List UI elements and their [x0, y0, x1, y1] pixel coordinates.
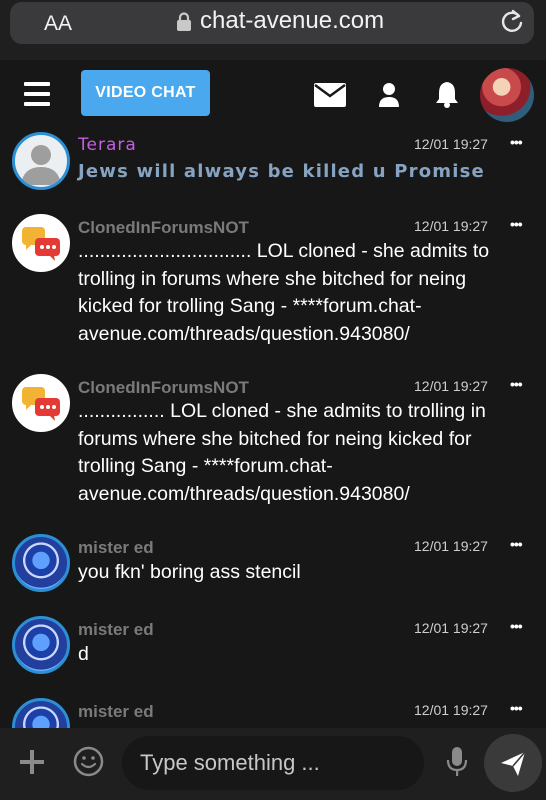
more-options-icon[interactable]: •••: [510, 536, 523, 552]
more-options-icon[interactable]: •••: [510, 700, 523, 716]
menu-icon[interactable]: [24, 82, 50, 106]
address-bar[interactable]: AA chat-avenue.com: [10, 2, 534, 44]
text-size-button[interactable]: AA: [44, 12, 72, 36]
message-time: 12/01 19:27: [414, 538, 488, 554]
message-time: 12/01 19:27: [414, 136, 488, 152]
microphone-icon[interactable]: [445, 746, 469, 778]
message-text: d: [78, 643, 89, 665]
message-username[interactable]: Terara: [78, 135, 137, 155]
mister-ed-avatar-icon[interactable]: [12, 534, 70, 592]
profile-avatar[interactable]: [480, 68, 534, 122]
default-avatar-icon[interactable]: [12, 132, 70, 190]
plus-icon[interactable]: [20, 750, 44, 774]
more-options-icon[interactable]: •••: [510, 216, 523, 232]
message-time: 12/01 19:27: [414, 378, 488, 394]
mister-ed-avatar-icon[interactable]: [12, 698, 70, 728]
message-time: 12/01 19:27: [414, 702, 488, 718]
message-text: ................................ LOL clo…: [78, 240, 490, 345]
reload-icon[interactable]: [498, 8, 526, 36]
chat-messages: Terara 12/01 19:27 ••• Jews will always …: [0, 132, 546, 728]
send-button[interactable]: [484, 734, 542, 792]
video-chat-button[interactable]: VIDEO CHAT: [81, 70, 210, 116]
mail-icon[interactable]: [314, 83, 346, 107]
message-username[interactable]: ClonedInForumsNOT: [78, 218, 249, 238]
message-input[interactable]: [122, 736, 424, 790]
app-header: VIDEO CHAT: [0, 60, 546, 132]
message-text: Jews will always be killed u Promise: [78, 161, 485, 182]
chat-bubbles-avatar-icon[interactable]: [12, 214, 70, 272]
emoji-icon[interactable]: [73, 746, 104, 777]
bell-icon[interactable]: [434, 80, 460, 108]
user-icon[interactable]: [378, 82, 400, 108]
message-text: you fkn' boring ass stencil: [78, 561, 301, 583]
message-time: 12/01 19:27: [414, 620, 488, 636]
mister-ed-avatar-icon[interactable]: [12, 616, 70, 674]
browser-bar: AA chat-avenue.com: [0, 0, 546, 60]
chat-bubbles-avatar-icon[interactable]: [12, 374, 70, 432]
message-username[interactable]: mister ed: [78, 538, 154, 558]
message-time: 12/01 19:27: [414, 218, 488, 234]
message-username[interactable]: ClonedInForumsNOT: [78, 378, 249, 398]
message-text: ................ LOL cloned - she admits…: [78, 400, 486, 505]
more-options-icon[interactable]: •••: [510, 134, 523, 150]
lock-icon: [177, 12, 191, 31]
message-username[interactable]: mister ed: [78, 620, 154, 640]
more-options-icon[interactable]: •••: [510, 618, 523, 634]
message-username[interactable]: mister ed: [78, 702, 154, 722]
message-composer: [0, 728, 546, 800]
url-text[interactable]: chat-avenue.com: [200, 7, 384, 35]
send-icon: [501, 751, 526, 776]
more-options-icon[interactable]: •••: [510, 376, 523, 392]
